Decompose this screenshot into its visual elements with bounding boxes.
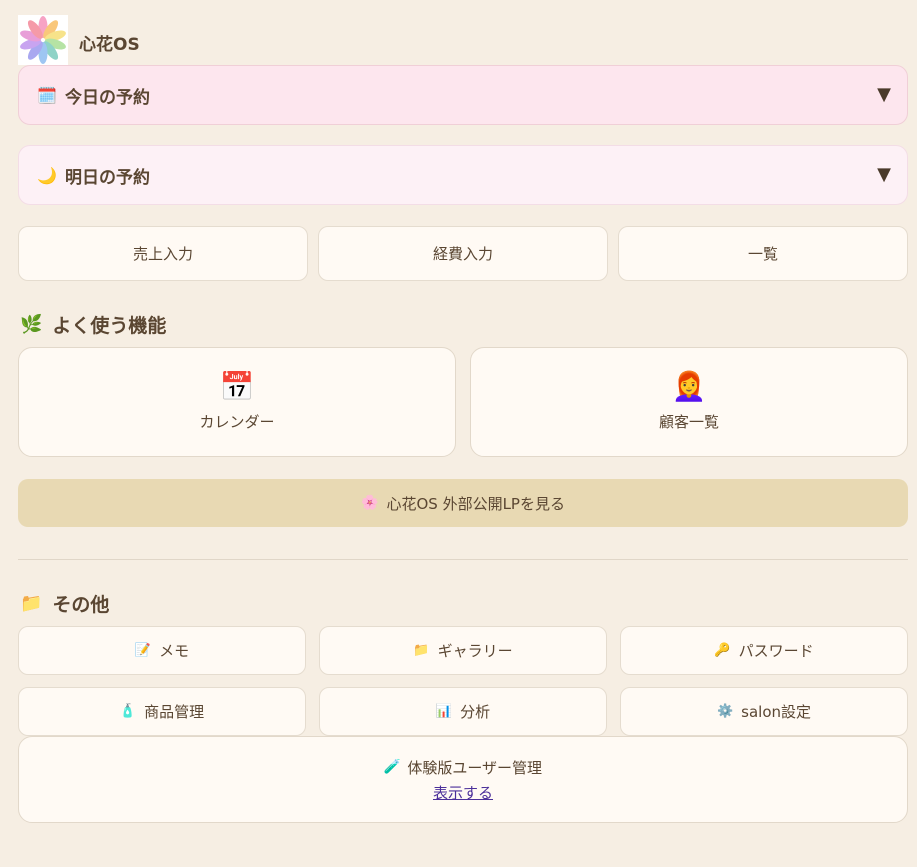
moon-icon: 🌙 bbox=[37, 165, 57, 185]
bar-chart-icon: 📊 bbox=[435, 704, 453, 719]
expense-entry-button[interactable]: 経費入力 bbox=[318, 226, 608, 281]
trial-label: 体験版ユーザー管理 bbox=[407, 758, 543, 777]
test-tube-icon: 🧪 bbox=[383, 759, 402, 775]
card-label: 顧客一覧 bbox=[658, 412, 719, 431]
accordion-label: 明日の予約 bbox=[65, 167, 150, 188]
trial-title: 🧪 体験版ユーザー管理 bbox=[384, 757, 542, 778]
flower-logo-icon bbox=[20, 16, 66, 64]
key-icon: 🔑 bbox=[714, 643, 731, 658]
divider bbox=[18, 559, 908, 560]
calendar-card[interactable]: 📅 カレンダー bbox=[18, 347, 456, 457]
section-title-text: その他 bbox=[52, 594, 110, 616]
memo-icon: 📝 bbox=[134, 643, 152, 658]
accordion-today-reservations[interactable]: 🗓️ 今日の予約 ▼ bbox=[18, 65, 908, 125]
section-frequent-title: 🌿 よく使う機能 bbox=[20, 311, 166, 338]
salon-settings-button[interactable]: ⚙️ salon設定 bbox=[620, 687, 908, 736]
button-label: パスワード bbox=[738, 642, 814, 660]
trial-user-management-panel: 🧪 体験版ユーザー管理 表示する bbox=[18, 736, 908, 823]
product-management-button[interactable]: 🧴 商品管理 bbox=[18, 687, 306, 736]
card-label: カレンダー bbox=[199, 412, 275, 431]
memo-button[interactable]: 📝 メモ bbox=[18, 626, 306, 675]
folder-icon: 📁 bbox=[413, 643, 430, 658]
expand-triangle-icon[interactable]: ▼ bbox=[877, 84, 891, 105]
calendar-icon: 🗓️ bbox=[37, 85, 57, 105]
button-label: salon設定 bbox=[741, 703, 812, 721]
calendar-icon: 📅 bbox=[219, 369, 255, 403]
button-label: メモ bbox=[159, 642, 190, 660]
app-title: 心花OS bbox=[79, 35, 140, 55]
app-logo bbox=[18, 15, 68, 65]
expand-triangle-icon[interactable]: ▼ bbox=[877, 164, 891, 185]
list-button[interactable]: 一覧 bbox=[618, 226, 908, 281]
analytics-button[interactable]: 📊 分析 bbox=[319, 687, 607, 736]
lp-button-label: 心花OS 外部公開LPを見る bbox=[386, 494, 565, 513]
password-button[interactable]: 🔑 パスワード bbox=[620, 626, 908, 675]
show-link[interactable]: 表示する bbox=[433, 782, 493, 803]
gallery-button[interactable]: 📁 ギャラリー bbox=[319, 626, 607, 675]
section-others-title: 📁 その他 bbox=[20, 590, 109, 617]
sales-entry-button[interactable]: 売上入力 bbox=[18, 226, 308, 281]
accordion-label: 今日の予約 bbox=[65, 87, 150, 108]
button-label: 商品管理 bbox=[144, 703, 205, 721]
blossom-icon: 🌸 bbox=[361, 495, 379, 511]
accordion-tomorrow-reservations[interactable]: 🌙 明日の予約 ▼ bbox=[18, 145, 908, 205]
section-title-text: よく使う機能 bbox=[52, 315, 167, 337]
bottle-icon: 🧴 bbox=[119, 704, 137, 719]
customer-list-card[interactable]: 👩‍🦰 顧客一覧 bbox=[470, 347, 908, 457]
button-label: 分析 bbox=[460, 703, 491, 721]
herb-icon: 🌿 bbox=[20, 314, 43, 335]
button-label: ギャラリー bbox=[437, 642, 513, 660]
gear-icon: ⚙️ bbox=[716, 704, 734, 719]
public-lp-button[interactable]: 🌸 心花OS 外部公開LPを見る bbox=[18, 479, 908, 527]
folder-icon: 📁 bbox=[20, 593, 43, 614]
customer-icon: 👩‍🦰 bbox=[671, 369, 707, 403]
